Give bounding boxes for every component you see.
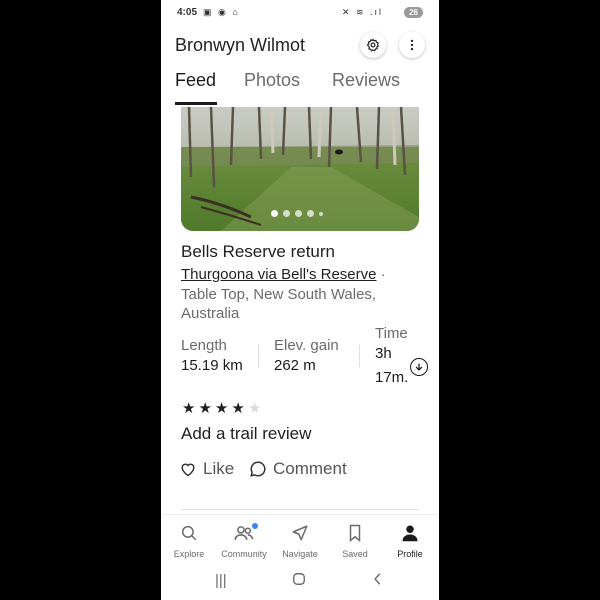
comment-label: Comment <box>273 459 347 478</box>
trail-location: Thurgoona via Bell's Reserve · Table Top… <box>181 265 421 324</box>
status-bar: 4:05 ▣ ◉ ⌂ ✕ ≋ .ıl 26 <box>161 0 439 26</box>
activity-title[interactable]: Bells Reserve return <box>181 242 335 262</box>
nav-saved[interactable]: Saved <box>327 523 383 559</box>
tab-photos[interactable]: Photos <box>244 70 300 91</box>
time-value-hours: 3h <box>375 345 392 362</box>
nav-explore[interactable]: Explore <box>161 523 217 559</box>
like-label: Like <box>203 459 235 478</box>
comment-button[interactable]: Comment <box>249 459 347 479</box>
separator-dot: · <box>380 266 386 283</box>
battery-indicator: 26 <box>404 7 423 18</box>
carousel-dot <box>283 210 290 217</box>
time-value-minutes: 17m. <box>375 369 409 386</box>
phone-screen: 4:05 ▣ ◉ ⌂ ✕ ≋ .ıl 26 Bronwyn Wilmot Fee… <box>161 0 439 600</box>
nav-saved-label: Saved <box>342 549 368 559</box>
expand-stats-button[interactable] <box>410 358 428 376</box>
more-vertical-icon <box>410 39 414 51</box>
star-filled-icon: ★ <box>214 400 229 417</box>
notification-icons: ▣ ◉ ⌂ <box>203 7 240 17</box>
time-label: Time <box>375 325 408 342</box>
elevation-label: Elev. gain <box>274 337 339 354</box>
people-icon <box>234 526 254 540</box>
nav-navigate[interactable]: Navigate <box>272 523 328 559</box>
page-title: Bronwyn Wilmot <box>175 35 306 55</box>
stat-divider <box>258 345 259 367</box>
system-navigation-bar: ||| <box>161 562 439 600</box>
nav-profile[interactable]: Profile <box>382 523 438 559</box>
star-filled-icon: ★ <box>182 400 196 417</box>
recent-apps-icon[interactable]: ||| <box>215 572 227 589</box>
settings-button[interactable] <box>360 32 386 58</box>
nav-navigate-label: Navigate <box>282 549 318 559</box>
carousel-dot <box>307 210 314 217</box>
elevation-value: 262 m <box>274 357 316 374</box>
navigate-arrow-icon <box>292 525 308 541</box>
star-filled-icon: ★ <box>231 400 245 417</box>
notification-badge <box>252 523 258 529</box>
tab-feed[interactable]: Feed <box>175 70 216 91</box>
status-time: 4:05 <box>177 7 198 18</box>
trail-region: Table Top, New South Wales, Australia <box>181 285 377 323</box>
arrow-down-icon <box>415 363 423 371</box>
more-options-button[interactable] <box>399 32 425 58</box>
feed-divider <box>181 509 419 510</box>
person-icon <box>402 525 418 542</box>
stat-divider <box>359 345 360 367</box>
signal-icons: ✕ ≋ .ıl <box>341 7 383 17</box>
carousel-dot-active <box>271 210 278 217</box>
star-empty-icon: ★ <box>247 400 262 417</box>
length-value: 15.19 km <box>181 357 243 374</box>
length-label: Length <box>181 337 227 354</box>
profile-tabs: Feed Photos Reviews <box>161 70 439 106</box>
add-trail-review-button[interactable]: Add a trail review <box>181 424 311 444</box>
bottom-navigation: Explore Community Navigate Saved Profile <box>161 514 439 562</box>
nav-profile-label: Profile <box>397 549 423 559</box>
back-icon[interactable] <box>371 572 385 590</box>
star-rating: ★ ★ ★ ★ ★ <box>182 399 261 417</box>
nav-community[interactable]: Community <box>216 523 272 559</box>
carousel-dot-small <box>319 212 323 216</box>
nav-explore-label: Explore <box>173 549 205 559</box>
activity-stats: Length 15.19 km Elev. gain 262 m Time 3h… <box>181 325 431 386</box>
search-icon <box>181 525 197 541</box>
bookmark-icon <box>349 524 361 542</box>
active-tab-indicator <box>175 102 217 105</box>
gear-icon <box>366 38 380 52</box>
comment-bubble-icon <box>250 461 266 477</box>
like-button[interactable]: Like <box>179 459 234 479</box>
home-icon[interactable] <box>292 572 306 590</box>
trail-link[interactable]: Thurgoona via Bell's Reserve <box>181 266 376 283</box>
heart-icon <box>181 463 195 477</box>
star-filled-icon: ★ <box>198 400 212 417</box>
carousel-dot <box>295 210 302 217</box>
carousel-indicator[interactable] <box>271 210 323 217</box>
nav-community-label: Community <box>221 549 267 559</box>
tab-reviews[interactable]: Reviews <box>332 70 400 91</box>
